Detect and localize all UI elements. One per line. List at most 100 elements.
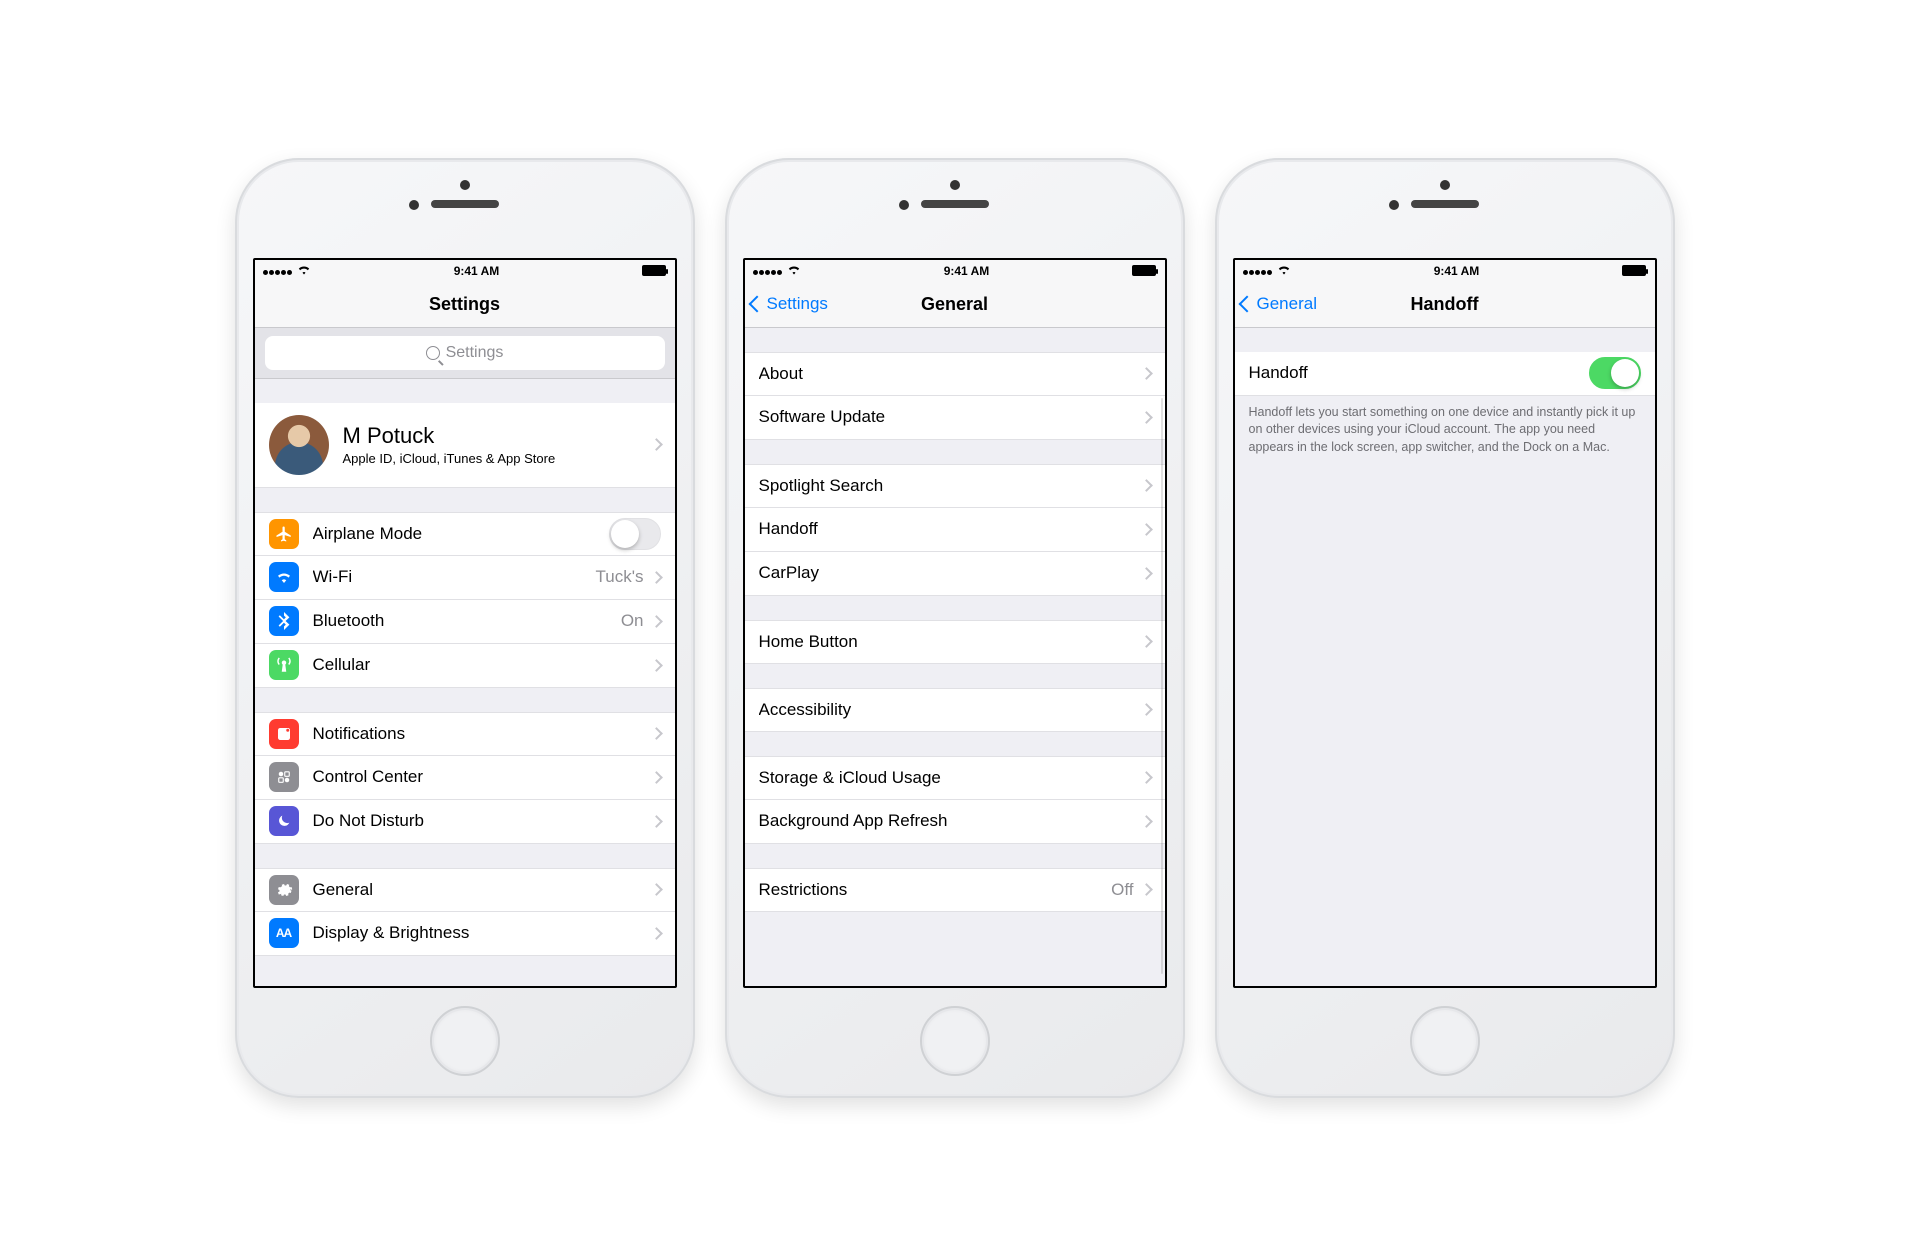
row-label: Wi-Fi (313, 567, 596, 587)
row-label: Background App Refresh (759, 811, 1142, 831)
wifi-icon (297, 264, 311, 278)
chevron-right-icon (650, 438, 663, 451)
settings-screen: 9:41 AM Settings Settings M Potuck Apple… (253, 258, 677, 988)
footer-description: Handoff lets you start something on one … (1235, 396, 1655, 465)
row-label: Airplane Mode (313, 524, 609, 544)
chevron-right-icon (650, 927, 663, 940)
wifi-icon (787, 264, 801, 278)
status-time: 9:41 AM (1434, 264, 1480, 278)
apple-id-row[interactable]: M Potuck Apple ID, iCloud, iTunes & App … (255, 403, 675, 488)
cell-icon (269, 650, 299, 680)
settings-row[interactable]: Wi-FiTuck's (255, 556, 675, 600)
row-label: Bluetooth (313, 611, 621, 631)
settings-row[interactable]: Notifications (255, 712, 675, 756)
chevron-right-icon (650, 771, 663, 784)
back-button[interactable]: Settings (751, 282, 828, 327)
search-placeholder: Settings (446, 344, 504, 362)
plane-icon (269, 519, 299, 549)
settings-row[interactable]: Control Center (255, 756, 675, 800)
iphone-device-2: 9:41 AM Settings General About Software U… (725, 158, 1185, 1098)
nav-bar: General Handoff (1235, 282, 1655, 328)
row-label: Software Update (759, 407, 1142, 427)
scroll-indicator (1161, 398, 1163, 974)
row-label: Notifications (313, 724, 652, 744)
bell-icon (269, 719, 299, 749)
row-label: Accessibility (759, 700, 1142, 720)
back-button[interactable]: General (1241, 282, 1317, 327)
settings-row[interactable]: RestrictionsOff (745, 868, 1165, 912)
chevron-right-icon (1140, 815, 1153, 828)
chevron-right-icon (650, 815, 663, 828)
settings-row[interactable]: About (745, 352, 1165, 396)
status-time: 9:41 AM (454, 264, 500, 278)
settings-row[interactable]: Spotlight Search (745, 464, 1165, 508)
back-label: General (1257, 294, 1317, 314)
signal-dots-icon (1243, 264, 1273, 278)
settings-row[interactable]: BluetoothOn (255, 600, 675, 644)
chevron-right-icon (650, 883, 663, 896)
general-screen: 9:41 AM Settings General About Software U… (743, 258, 1167, 988)
row-label: CarPlay (759, 563, 1142, 583)
row-value: Off (1111, 880, 1133, 900)
home-button[interactable] (1410, 1006, 1480, 1076)
settings-row[interactable]: Do Not Disturb (255, 800, 675, 844)
settings-row[interactable]: Accessibility (745, 688, 1165, 732)
settings-row[interactable]: General (255, 868, 675, 912)
bt-icon (269, 606, 299, 636)
search-input[interactable]: Settings (265, 336, 665, 370)
chevron-right-icon (1140, 771, 1153, 784)
status-time: 9:41 AM (944, 264, 990, 278)
row-label: Home Button (759, 632, 1142, 652)
row-label: Do Not Disturb (313, 811, 652, 831)
settings-row[interactable]: AADisplay & Brightness (255, 912, 675, 956)
handoff-toggle-row[interactable]: Handoff (1235, 352, 1655, 396)
settings-row[interactable]: CarPlay (745, 552, 1165, 596)
row-label: Restrictions (759, 880, 1112, 900)
battery-icon (642, 265, 666, 276)
home-button[interactable] (430, 1006, 500, 1076)
chevron-left-icon (748, 296, 765, 313)
wifi-icon (269, 562, 299, 592)
gear-icon (269, 875, 299, 905)
aa-icon: AA (269, 918, 299, 948)
row-value: Tuck's (596, 567, 644, 587)
settings-row[interactable]: Background App Refresh (745, 800, 1165, 844)
page-title: Settings (429, 294, 500, 315)
home-button[interactable] (920, 1006, 990, 1076)
nav-bar: Settings General (745, 282, 1165, 328)
signal-dots-icon (753, 264, 783, 278)
chevron-right-icon (650, 571, 663, 584)
signal-dots-icon (263, 264, 293, 278)
profile-subtitle: Apple ID, iCloud, iTunes & App Store (343, 451, 652, 466)
chevron-right-icon (1140, 703, 1153, 716)
row-label: Handoff (1249, 363, 1589, 383)
row-label: About (759, 364, 1142, 384)
row-label: Handoff (759, 519, 1142, 539)
toggle-switch[interactable] (609, 518, 661, 550)
cc-icon (269, 762, 299, 792)
settings-row[interactable]: Cellular (255, 644, 675, 688)
chevron-right-icon (650, 727, 663, 740)
status-bar: 9:41 AM (1235, 260, 1655, 282)
status-bar: 9:41 AM (255, 260, 675, 282)
settings-row[interactable]: Handoff (745, 508, 1165, 552)
settings-row[interactable]: Airplane Mode (255, 512, 675, 556)
handoff-switch[interactable] (1589, 357, 1641, 389)
settings-row[interactable]: Software Update (745, 396, 1165, 440)
chevron-right-icon (650, 615, 663, 628)
search-icon (426, 346, 440, 360)
settings-row[interactable]: Home Button (745, 620, 1165, 664)
settings-row[interactable]: Storage & iCloud Usage (745, 756, 1165, 800)
chevron-right-icon (1140, 523, 1153, 536)
status-bar: 9:41 AM (745, 260, 1165, 282)
row-label: Cellular (313, 655, 652, 675)
chevron-right-icon (1140, 635, 1153, 648)
chevron-right-icon (1140, 479, 1153, 492)
battery-icon (1622, 265, 1646, 276)
row-label: Control Center (313, 767, 652, 787)
nav-bar: Settings (255, 282, 675, 328)
handoff-screen: 9:41 AM General Handoff Handoff Handoff … (1233, 258, 1657, 988)
chevron-right-icon (1140, 567, 1153, 580)
iphone-device-3: 9:41 AM General Handoff Handoff Handoff … (1215, 158, 1675, 1098)
iphone-device-1: 9:41 AM Settings Settings M Potuck Apple… (235, 158, 695, 1098)
